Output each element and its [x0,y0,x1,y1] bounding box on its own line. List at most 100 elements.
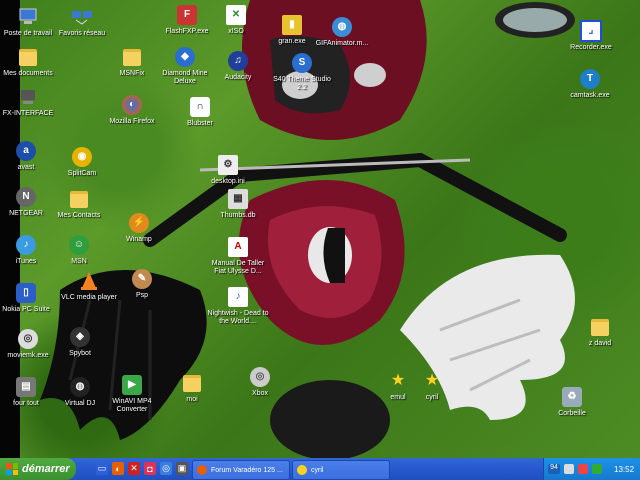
camtask-icon: T [579,68,601,90]
firefox-icon [197,465,207,475]
computer-icon [17,6,39,28]
star-icon [297,465,307,475]
folder-icon [589,316,611,338]
desktop-icon-corbeille[interactable]: ♻ Corbeille [540,386,604,418]
desktop-icon-nightwish[interactable]: ♪ Nightwish - Dead to the World.... [206,286,270,326]
turntable-icon: ◍ [69,376,91,398]
desktop-icon-xbox[interactable]: ◎ Xbox [228,366,292,398]
icon-label: Recorder.exe [570,44,612,51]
desktop-icon-splitcam[interactable]: ◉ SplitCam [50,146,114,178]
quicklaunch-close-icon[interactable]: ✕ [128,462,140,475]
desktop-icon-winamp[interactable]: ⚡ Winamp [107,212,171,244]
settings-file-icon: ⚙ [217,154,239,176]
msn-icon: ☺ [68,234,90,256]
desktop-icon-camtask[interactable]: T camtask.exe [558,68,622,100]
taskbar-button-forum[interactable]: Forum Varadéro 125 ... [192,460,290,480]
desktop-icon-gifanimator[interactable]: ◍ GIFAnimator.m... [310,16,374,48]
recycle-bin-icon: ♻ [561,386,583,408]
icon-label: SplitCam [67,170,97,177]
icon-label: Mes documents [3,70,53,77]
icon-label: Manual De Taller Fiat Ulysse D... [211,260,265,275]
system-tray: 94 13:52 [543,458,640,480]
alert-tray-icon[interactable] [578,464,588,474]
icon-label: Psp [135,292,149,299]
desktop-icon-psp[interactable]: ✎ Psp [110,268,174,300]
icon-label: NETGEAR [9,210,43,217]
tray-badge-icon[interactable]: 94 [548,464,560,474]
task-label: Forum Varadéro 125 ... [211,466,283,474]
xiso-icon: ✕ [225,4,247,26]
icon-label: moi [186,396,198,403]
itunes-icon: ♪ [15,234,37,256]
computer-icon [17,86,39,108]
s40-icon: S [291,52,313,74]
icon-label: Corbeille [558,410,586,417]
icon-label: MSNFix [119,70,145,77]
icon-label: VLC media player [61,294,117,301]
desktop-icon-msn[interactable]: ☺ MSN [47,234,111,266]
desktop-icon-nokia[interactable]: ▯ Nokia PC Suite [0,282,58,314]
icon-label: Xbox [252,390,268,397]
icon-label: xISO [228,28,244,35]
desktop-icon-cyril[interactable]: ★ cyril [400,370,464,402]
icon-label: Virtual DJ [64,400,96,407]
msn-tray-icon[interactable] [592,464,602,474]
desktop-icon-mes-contacts[interactable]: Mes Contacts [47,188,111,220]
desktop-icon-mes-documents[interactable]: Mes documents [0,46,60,78]
quicklaunch-app-icon[interactable]: ▣ [176,462,188,475]
spybot-icon: ◈ [69,326,91,348]
star-icon: ★ [424,372,440,389]
start-label: démarrer [22,463,70,475]
webcam-icon: ◉ [71,146,93,168]
network-tray-icon[interactable] [564,464,574,474]
icon-label: FX-INTERFACE [2,110,54,117]
quicklaunch-explorer-icon[interactable]: ◎ [160,462,172,475]
icon-label: gran.exe [278,38,306,45]
recorder-icon: ⌟ [580,20,602,42]
desktop-icon-manual[interactable]: A Manual De Taller Fiat Ulysse D... [206,236,270,276]
desktop-icon-recorder[interactable]: ⌟ Recorder.exe [559,20,623,52]
desktop-icon-blubster[interactable]: ∩ Blubster [168,96,232,128]
winavi-icon: ▶ [121,374,143,396]
desktop-icon-desktop-ini[interactable]: ⚙ desktop.ini [196,154,260,186]
desktop-icon-xiso[interactable]: ✕ xISO [204,4,268,36]
icon-label: FlashFXP.exe [165,28,209,35]
taskbar-button-cyril[interactable]: cyril [292,460,390,480]
icon-label: Blubster [187,120,213,127]
clock[interactable]: 13:52 [614,465,634,474]
file-icon: ▦ [227,188,249,210]
globe-icon: ◍ [331,16,353,38]
windows-logo-icon [6,463,18,475]
icon-label: avast [17,164,35,171]
desktop: Poste de travail Mes documents FX-INTERF… [0,0,640,458]
desktop-icon-z-david[interactable]: z david [568,316,632,348]
desktop-icon-s40-theme[interactable]: S S40 Theme Studio 2.2 [270,52,334,92]
audacity-icon: ♫ [227,50,249,72]
film-icon: ◎ [17,328,39,350]
quicklaunch-media-icon[interactable]: ◘ [144,462,156,475]
exe-icon: ▮ [281,14,303,36]
folder-icon [181,372,203,394]
icon-label: Nokia PC Suite [2,306,50,313]
firefox-icon: ◐ [121,94,143,116]
folder-icon [68,188,90,210]
pdf-icon: A [227,236,249,258]
desktop-icon-thumbs[interactable]: ▦ Thumbs.db [206,188,270,220]
quicklaunch-desktop-icon[interactable]: ▭ [96,462,108,475]
icon-label: Audacity [224,74,252,81]
icon-label: Winamp [126,236,152,243]
desktop-icon-moi[interactable]: moi [160,372,224,404]
desktop-icon-spybot[interactable]: ◈ Spybot [48,326,112,358]
desktop-icon-favoris-reseau[interactable]: Favoris réseau [50,6,114,38]
desktop-icon-winavi[interactable]: ▶ WinAVI MP4 Converter [100,374,164,414]
icon-label: Favoris réseau [58,30,106,37]
desktop-icon-fx-interface[interactable]: FX-INTERFACE [0,86,60,118]
start-button[interactable]: démarrer [0,458,76,480]
desktop-icon-firefox[interactable]: ◐ Mozilla Firefox [100,94,164,126]
icon-label: S40 Theme Studio 2.2 [273,76,331,91]
quicklaunch-firefox-icon[interactable]: ◐ [112,462,124,475]
task-label: cyril [311,466,324,474]
flashfxp-icon: F [176,4,198,26]
desktop-icon-audacity[interactable]: ♫ Audacity [206,50,270,82]
icon-label: iTunes [15,258,37,265]
